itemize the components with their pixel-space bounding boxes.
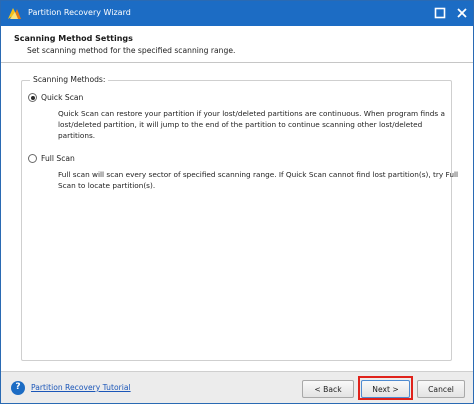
full-scan-label[interactable]: Full Scan — [41, 154, 75, 163]
partition-recovery-tutorial-link[interactable]: Partition Recovery Tutorial — [31, 383, 131, 392]
cancel-button[interactable]: Cancel — [417, 380, 465, 398]
partition-recovery-wizard-window: Partition Recovery Wizard Scanning Metho… — [0, 0, 474, 404]
wizard-content: Scanning Methods: Quick Scan Quick Scan … — [1, 64, 473, 371]
scanning-methods-label: Scanning Methods: — [30, 75, 109, 84]
full-scan-description: Full scan will scan every sector of spec… — [58, 169, 458, 191]
question-icon-glyph: ? — [15, 382, 21, 392]
quick-scan-label[interactable]: Quick Scan — [41, 93, 83, 102]
title-bar[interactable]: Partition Recovery Wizard — [1, 1, 473, 26]
next-button-highlight — [358, 376, 413, 400]
partition-wizard-logo-icon — [8, 8, 21, 19]
page-subtitle: Set scanning method for the specified sc… — [27, 46, 236, 55]
wizard-header: Scanning Method Settings Set scanning me… — [1, 26, 473, 63]
quick-scan-description-line: Quick Scan can restore your partition if… — [58, 109, 445, 118]
maximize-icon — [434, 7, 446, 19]
full-scan-description-line: Scan to locate partition(s). — [58, 181, 156, 190]
quick-scan-radio[interactable] — [28, 93, 37, 102]
close-button[interactable] — [451, 1, 473, 26]
question-icon[interactable]: ? — [11, 381, 25, 395]
scanning-methods-group: Scanning Methods: Quick Scan Quick Scan … — [21, 75, 458, 361]
window-title: Partition Recovery Wizard — [28, 8, 131, 17]
close-icon — [457, 8, 467, 18]
full-scan-description-line: Full scan will scan every sector of spec… — [58, 170, 459, 179]
full-scan-radio[interactable] — [28, 154, 37, 163]
quick-scan-description-line: lost/deleted partition, it will jump to … — [58, 120, 423, 129]
quick-scan-description-line: partitions. — [58, 131, 96, 140]
back-button[interactable]: < Back — [302, 380, 354, 398]
page-title: Scanning Method Settings — [14, 34, 133, 43]
quick-scan-description: Quick Scan can restore your partition if… — [58, 108, 445, 141]
maximize-button[interactable] — [429, 1, 451, 26]
